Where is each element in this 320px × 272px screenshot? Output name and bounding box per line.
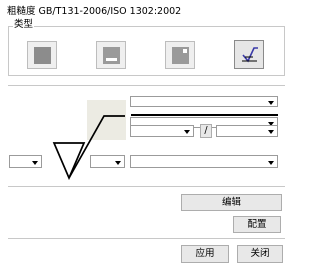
type-button-removal-required[interactable] [96, 41, 126, 69]
apply-button[interactable]: 应用 [181, 245, 229, 263]
upper-limit-combo[interactable] [216, 125, 278, 137]
footer-divider [8, 238, 285, 239]
close-button[interactable]: 关闭 [237, 245, 283, 263]
config-button[interactable]: 配置 [233, 216, 281, 233]
type-button-removal-prohibited[interactable] [165, 41, 195, 69]
top-divider [8, 85, 285, 86]
middle-combo[interactable] [90, 155, 125, 168]
chevron-down-icon [184, 130, 190, 134]
type-button-basic[interactable] [27, 41, 57, 69]
chevron-down-icon [268, 160, 274, 165]
removal-required-icon [103, 47, 120, 64]
right-combo[interactable] [130, 155, 278, 168]
chevron-down-icon [32, 160, 38, 165]
window-title: 粗糙度 GB/T131-2006/ISO 1302:2002 [7, 6, 182, 17]
chevron-down-icon [268, 100, 274, 105]
removal-prohibited-icon [172, 47, 189, 64]
lower-limit-combo[interactable] [130, 125, 194, 137]
check-mark-icon [242, 47, 258, 63]
type-button-check-mark[interactable] [234, 40, 264, 69]
slash-separator-button[interactable]: / [200, 124, 212, 138]
left-combo[interactable] [9, 155, 42, 168]
type-group-label: 类型 [13, 19, 35, 30]
parameter-combo-top[interactable] [130, 96, 278, 107]
chevron-down-icon [115, 160, 121, 165]
chevron-down-icon [268, 130, 274, 134]
parameter-underline [131, 114, 278, 116]
basic-symbol-icon [34, 47, 51, 64]
roughness-symbol-icon [52, 115, 125, 181]
bottom-divider [8, 186, 285, 187]
edit-button[interactable]: 编辑 [181, 194, 282, 211]
